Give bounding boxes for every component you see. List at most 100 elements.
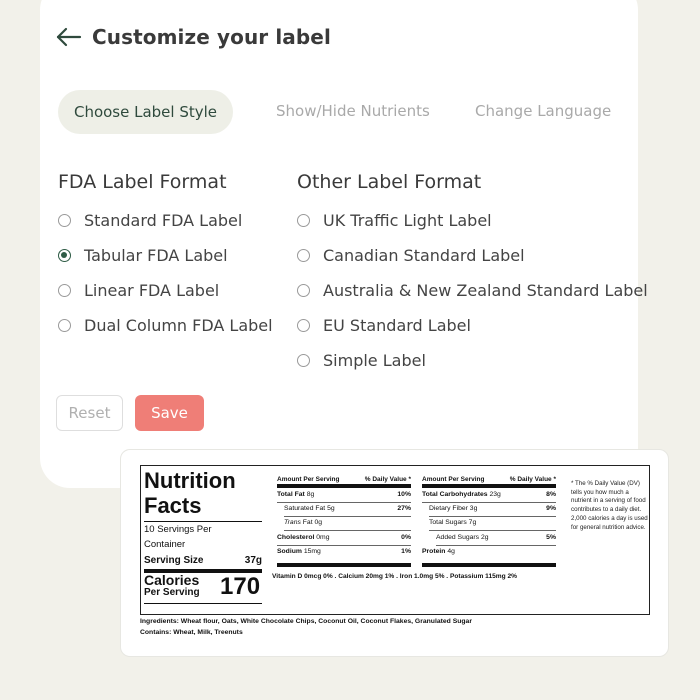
- nutrient-row: Sodium 15mg 1%: [277, 548, 411, 555]
- radio-icon[interactable]: [297, 249, 310, 262]
- reset-button[interactable]: Reset: [56, 395, 123, 431]
- nutrient-row: Saturated Fat 5g 27%: [284, 505, 411, 512]
- nutrition-facts-label: Nutrition Facts 10 Servings Per Containe…: [140, 465, 650, 615]
- nutrient-label: Saturated Fat: [284, 505, 326, 513]
- divider: [144, 521, 262, 522]
- row-divider: [277, 502, 411, 503]
- back-arrow-icon[interactable]: [56, 26, 82, 48]
- nutrient-row: Trans Fat 0g: [284, 519, 411, 526]
- nutrient-row: Total Carbohydrates 23g 8%: [422, 491, 556, 498]
- radio-label: Linear FDA Label: [84, 281, 220, 300]
- row-divider: [429, 530, 556, 531]
- thick-divider: [277, 563, 411, 567]
- nutrient-amount: 2g: [480, 533, 489, 541]
- nutrient-name: Protein 4g: [422, 548, 455, 555]
- nutrient-label: Protein: [422, 547, 446, 555]
- radio-selected-icon[interactable]: [58, 249, 71, 262]
- nutrient-label-suffix: Fat: [302, 519, 313, 527]
- nutrient-amount: 0mg: [316, 533, 330, 541]
- save-button[interactable]: Save: [135, 395, 204, 431]
- nutrient-row: Protein 4g: [422, 548, 556, 555]
- right-column-header: Amount Per Serving % Daily Value *: [422, 476, 556, 483]
- nutrient-name: Total Carbohydrates 23g: [422, 491, 501, 498]
- dv-header: % Daily Value *: [364, 476, 411, 483]
- nutrient-name: Added Sugars 2g: [436, 534, 489, 541]
- page-header: Customize your label: [56, 25, 331, 49]
- contains-label: Contains:: [140, 629, 172, 636]
- nutrient-row: Cholesterol 0mg 0%: [277, 534, 411, 541]
- daily-value-footnote: * The % Daily Value (DV) tells you how m…: [571, 480, 648, 531]
- title-line-1: Nutrition: [144, 468, 236, 493]
- radio-tabular-fda[interactable]: Tabular FDA Label: [58, 246, 228, 265]
- nutrient-amount: 7g: [468, 519, 477, 527]
- other-format-heading: Other Label Format: [297, 171, 482, 193]
- row-divider: [436, 544, 556, 546]
- tab-change-language[interactable]: Change Language: [475, 102, 611, 120]
- radio-icon[interactable]: [297, 354, 310, 367]
- dv-header: % Daily Value *: [509, 476, 556, 483]
- radio-label: Tabular FDA Label: [84, 246, 228, 265]
- nutrient-label: Cholesterol: [277, 533, 315, 541]
- radio-standard-fda[interactable]: Standard FDA Label: [58, 211, 242, 230]
- servings-per-container: 10 Servings Per Container: [144, 524, 212, 550]
- row-divider: [284, 530, 411, 531]
- nutrient-amount: 0g: [314, 519, 323, 527]
- nutrient-label: Total Fat: [277, 491, 305, 498]
- row-divider: [277, 544, 411, 546]
- servings-line-2: Container: [144, 539, 186, 550]
- nutrition-facts-title: Nutrition Facts: [144, 468, 236, 518]
- nutrient-name: Trans Fat 0g: [284, 519, 322, 526]
- settings-card: [40, 0, 638, 488]
- vitamins-line: Vitamin D 0mcg 0% . Calcium 20mg 1% . Ir…: [272, 573, 518, 580]
- radio-icon[interactable]: [297, 284, 310, 297]
- nutrient-amount: 5g: [327, 505, 335, 513]
- radio-label: Canadian Standard Label: [323, 246, 525, 265]
- nutrient-label: Added Sugars: [436, 533, 480, 541]
- row-divider: [284, 516, 411, 517]
- radio-simple-label[interactable]: Simple Label: [297, 351, 426, 370]
- nutrient-amount: 3g: [469, 505, 478, 513]
- radio-icon[interactable]: [297, 319, 310, 332]
- radio-icon[interactable]: [58, 319, 71, 332]
- nutrient-amount: 4g: [447, 547, 455, 555]
- serving-size-label: Serving Size: [144, 555, 204, 566]
- radio-label: Standard FDA Label: [84, 211, 243, 230]
- per-serving: Per Serving: [144, 587, 200, 598]
- nutrient-label: Total Sugars: [429, 519, 467, 527]
- radio-canadian-standard[interactable]: Canadian Standard Label: [297, 246, 525, 265]
- calories-word: Calories: [144, 572, 200, 588]
- nutrient-label: Dietary Fiber: [429, 505, 468, 513]
- row-divider: [422, 502, 556, 503]
- radio-linear-fda[interactable]: Linear FDA Label: [58, 281, 219, 300]
- nutrient-dv: 1%: [401, 547, 411, 555]
- radio-icon[interactable]: [297, 214, 310, 227]
- radio-icon[interactable]: [58, 284, 71, 297]
- contains-text: Wheat, Milk, Treenuts: [173, 629, 243, 636]
- nutrient-dv: 5%: [546, 533, 556, 541]
- amount-header: Amount Per Serving: [277, 476, 340, 483]
- nutrient-row: Added Sugars 2g 5%: [436, 534, 556, 541]
- nutrient-dv: 27%: [397, 505, 411, 513]
- fda-format-heading: FDA Label Format: [58, 171, 227, 193]
- calories-value: 170: [220, 573, 261, 600]
- thick-divider: [277, 484, 411, 488]
- radio-australia-nz-standard[interactable]: Australia & New Zealand Standard Label: [297, 281, 648, 300]
- row-divider: [429, 516, 556, 517]
- radio-dual-column-fda[interactable]: Dual Column FDA Label: [58, 316, 273, 335]
- ingredients-text: Wheat flour, Oats, White Chocolate Chips…: [180, 618, 472, 625]
- radio-label: UK Traffic Light Label: [323, 211, 492, 230]
- nutrient-name: Dietary Fiber 3g: [429, 505, 477, 512]
- radio-icon[interactable]: [58, 214, 71, 227]
- tab-show-hide-nutrients[interactable]: Show/Hide Nutrients: [276, 102, 430, 120]
- tab-choose-label-style[interactable]: Choose Label Style: [58, 90, 233, 134]
- nutrient-amount: 23g: [489, 491, 501, 498]
- serving-size-value: 37g: [244, 555, 262, 566]
- radio-uk-traffic-light[interactable]: UK Traffic Light Label: [297, 211, 492, 230]
- nutrient-name: Sodium 15mg: [277, 548, 321, 555]
- thick-divider: [422, 563, 556, 567]
- nutrient-name: Total Sugars 7g: [429, 519, 476, 526]
- radio-eu-standard[interactable]: EU Standard Label: [297, 316, 471, 335]
- divider: [144, 603, 262, 604]
- nutrient-label: Sodium: [277, 547, 302, 555]
- nutrient-row: Dietary Fiber 3g 9%: [429, 505, 556, 512]
